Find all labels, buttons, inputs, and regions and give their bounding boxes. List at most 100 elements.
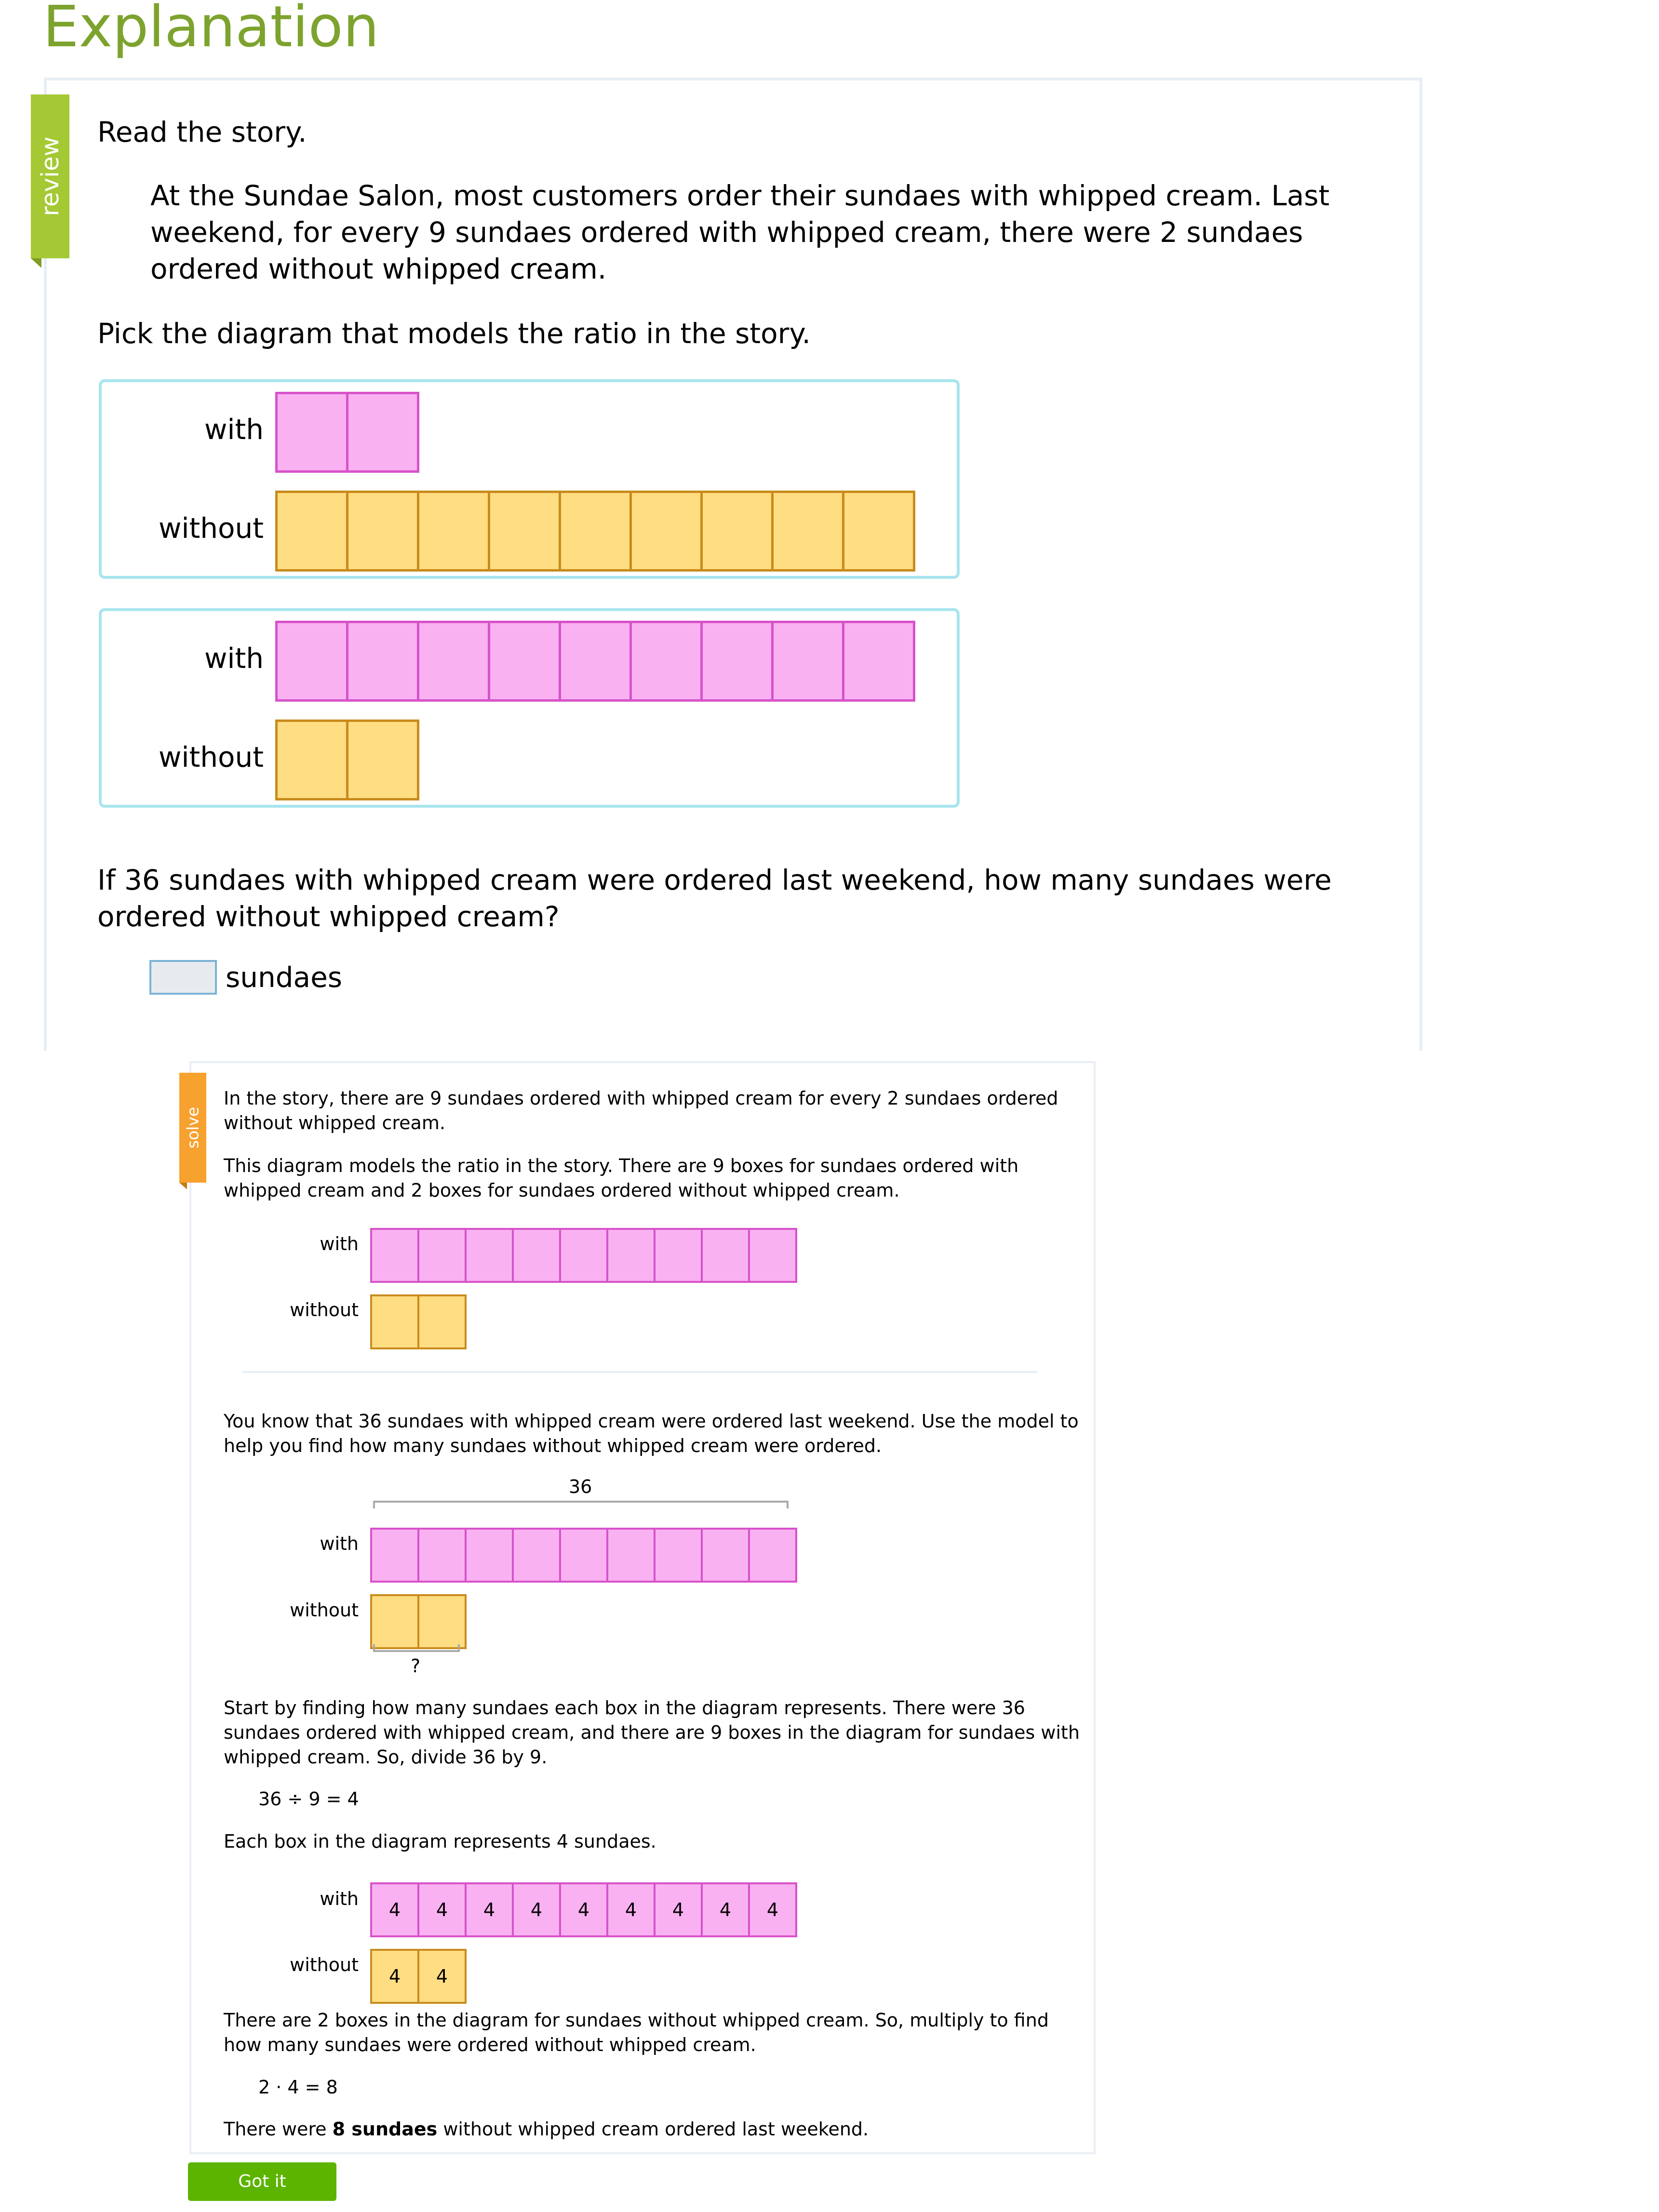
row-label-with: with [204, 413, 264, 446]
box-value: 4 [436, 1899, 448, 1920]
story-line: At the Sundae Salon, most customers orde… [150, 179, 1330, 212]
with-box [629, 621, 703, 702]
without-box [417, 1294, 467, 1349]
with-box [700, 621, 774, 702]
diagram-label-without: without [290, 1599, 359, 1621]
instruction-read: Read the story. [97, 116, 307, 148]
box-value: 4 [577, 1899, 590, 1920]
with-box [771, 621, 844, 702]
without-box: 4 [370, 1949, 419, 2004]
diagram-label-with: with [320, 1888, 359, 1909]
solve-text: Start by finding how many sundaes each b… [224, 1697, 1025, 1719]
diagram-label-with: with [320, 1533, 359, 1554]
without-box [417, 1594, 467, 1649]
with-box [512, 1228, 561, 1283]
without-box [488, 491, 561, 572]
unknown-label: ? [411, 1655, 421, 1677]
answer-unit: sundaes [226, 961, 342, 994]
solve-text: This diagram models the ratio in the sto… [224, 1155, 1019, 1176]
without-box [700, 491, 774, 572]
story-line: ordered without whipped cream. [150, 253, 607, 285]
row-label-with: with [204, 642, 264, 675]
with-box [842, 621, 915, 702]
with-box [346, 392, 419, 473]
box-value: 4 [436, 1966, 448, 1987]
with-box: 4 [701, 1882, 750, 1937]
with-box [488, 621, 561, 702]
answer-input[interactable] [149, 960, 217, 995]
final-answer-text: There were 8 sundaes without whipped cre… [224, 2119, 869, 2140]
with-box [417, 1228, 467, 1283]
with-box [512, 1528, 561, 1583]
box-value: 4 [483, 1899, 495, 1920]
with-box [346, 621, 419, 702]
equation-multiply: 2 · 4 = 8 [258, 2077, 338, 2098]
solve-text: sundaes ordered with whipped cream, and … [224, 1722, 1080, 1743]
without-box [629, 491, 703, 572]
total-bracket [373, 1501, 789, 1508]
with-box [748, 1528, 797, 1583]
with-box [606, 1228, 656, 1283]
with-box [275, 392, 348, 473]
solve-text: Each box in the diagram represents 4 sun… [224, 1831, 656, 1852]
without-box [370, 1294, 419, 1349]
without-box [417, 491, 490, 572]
diagram-option-b[interactable]: with without [99, 608, 960, 808]
with-box [559, 621, 632, 702]
box-value: 4 [719, 1899, 732, 1920]
with-box: 4 [465, 1882, 514, 1937]
equation-divide: 36 ÷ 9 = 4 [258, 1788, 359, 1810]
without-box [275, 491, 348, 572]
with-box [606, 1528, 656, 1583]
without-box [275, 720, 348, 800]
solve-text: whipped cream. So, divide 36 by 9. [224, 1746, 548, 1768]
without-box [346, 720, 419, 800]
question-line: ordered without whipped cream? [97, 900, 560, 933]
question-line: If 36 sundaes with whipped cream were or… [97, 864, 1332, 896]
box-value: 4 [766, 1899, 779, 1920]
without-box [842, 491, 915, 572]
review-tag: review [31, 94, 69, 258]
row-label-without: without [158, 741, 264, 773]
got-it-button[interactable]: Got it [188, 2162, 336, 2201]
with-box [559, 1528, 608, 1583]
solve-text: There are 2 boxes in the diagram for sun… [224, 2010, 1049, 2031]
box-value: 4 [625, 1899, 637, 1920]
without-box: 4 [417, 1949, 467, 2004]
with-box [654, 1228, 703, 1283]
with-box: 4 [512, 1882, 561, 1937]
box-value: 4 [672, 1899, 684, 1920]
without-box [771, 491, 844, 572]
diagram-label-without: without [290, 1299, 359, 1320]
with-box: 4 [606, 1882, 656, 1937]
diagram-option-a[interactable]: with without [99, 379, 960, 579]
total-label: 36 [569, 1476, 592, 1497]
with-box [370, 1228, 419, 1283]
with-box [465, 1228, 514, 1283]
solve-text: In the story, there are 9 sundaes ordere… [224, 1088, 1058, 1109]
row-label-without: without [158, 512, 264, 545]
without-box [559, 491, 632, 572]
story-line: weekend, for every 9 sundaes ordered wit… [150, 216, 1303, 249]
with-box [559, 1228, 608, 1283]
diagram-label-without: without [290, 1954, 359, 1975]
with-box [417, 621, 490, 702]
with-box [654, 1528, 703, 1583]
with-box [465, 1528, 514, 1583]
solve-text: help you find how many sundaes without w… [224, 1435, 882, 1456]
box-value: 4 [388, 1966, 401, 1987]
unknown-bracket [373, 1644, 460, 1652]
with-box [417, 1528, 467, 1583]
solve-tag-fold [179, 1183, 187, 1189]
with-box: 4 [748, 1882, 797, 1937]
with-box: 4 [370, 1882, 419, 1937]
solve-tag: solve [179, 1073, 206, 1183]
solve-text: how many sundaes were ordered without wh… [224, 2034, 756, 2055]
with-box: 4 [559, 1882, 608, 1937]
with-box [701, 1528, 750, 1583]
diagram-label-with: with [320, 1233, 359, 1254]
solve-text: without whipped cream. [224, 1112, 445, 1133]
box-value: 4 [530, 1899, 543, 1920]
solve-text: You know that 36 sundaes with whipped cr… [224, 1411, 1079, 1432]
without-box [346, 491, 419, 572]
